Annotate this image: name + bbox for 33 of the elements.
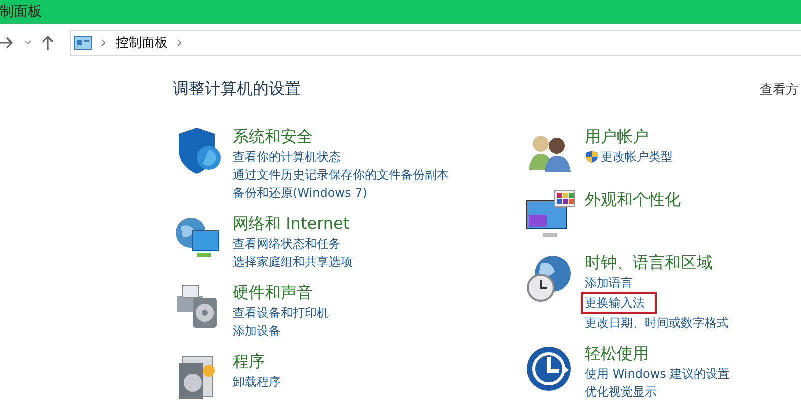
view-by-label: 查看方 bbox=[760, 82, 799, 98]
task-link[interactable]: 查看你的计算机状态 bbox=[233, 148, 341, 166]
category-link[interactable]: 轻松使用 bbox=[585, 343, 649, 365]
task-link[interactable]: 卸载程序 bbox=[233, 373, 281, 391]
task-link[interactable]: 查看网络状态和任务 bbox=[233, 235, 341, 253]
chevron-right-icon[interactable] bbox=[177, 38, 183, 46]
category-link[interactable]: 时钟、语言和区域 bbox=[585, 252, 713, 274]
task-link[interactable]: 使用 Windows 建议的设置 bbox=[585, 365, 730, 383]
category-link[interactable]: 网络和 Internet bbox=[233, 213, 350, 235]
highlighted-task-link[interactable]: 更换输入法 bbox=[583, 294, 655, 312]
task-link[interactable]: 通过文件历史记录保存你的文件备份副本 bbox=[233, 166, 449, 184]
window-title: 制面板 bbox=[0, 3, 42, 21]
control-panel-icon bbox=[74, 36, 92, 50]
category-link[interactable]: 硬件和声音 bbox=[233, 282, 313, 304]
address-bar[interactable]: 控制面板 bbox=[70, 30, 801, 56]
breadcrumb[interactable]: 控制面板 bbox=[116, 34, 168, 52]
task-link[interactable]: 添加设备 bbox=[233, 322, 281, 340]
task-link[interactable]: 更改日期、时间或数字格式 bbox=[585, 314, 729, 332]
category-link[interactable]: 用户帐户 bbox=[585, 126, 649, 148]
chevron-down-icon[interactable] bbox=[24, 40, 32, 46]
forward-arrow-icon[interactable] bbox=[0, 36, 14, 50]
task-link[interactable]: 选择家庭组和共享选项 bbox=[233, 253, 353, 271]
chevron-right-icon bbox=[101, 38, 107, 46]
task-link[interactable]: 备份和还原(Windows 7) bbox=[233, 184, 368, 202]
category-link[interactable]: 外观和个性化 bbox=[585, 189, 681, 211]
up-arrow-icon[interactable] bbox=[42, 36, 54, 50]
category-link[interactable]: 程序 bbox=[233, 351, 265, 373]
task-link[interactable]: 添加语言 bbox=[585, 274, 633, 292]
task-link[interactable]: 更改帐户类型 bbox=[585, 148, 673, 166]
page-heading: 调整计算机的设置 bbox=[173, 79, 301, 100]
task-link[interactable]: 查看设备和打印机 bbox=[233, 304, 329, 322]
category-link[interactable]: 系统和安全 bbox=[233, 126, 313, 148]
task-link[interactable]: 优化视觉显示 bbox=[585, 383, 657, 401]
